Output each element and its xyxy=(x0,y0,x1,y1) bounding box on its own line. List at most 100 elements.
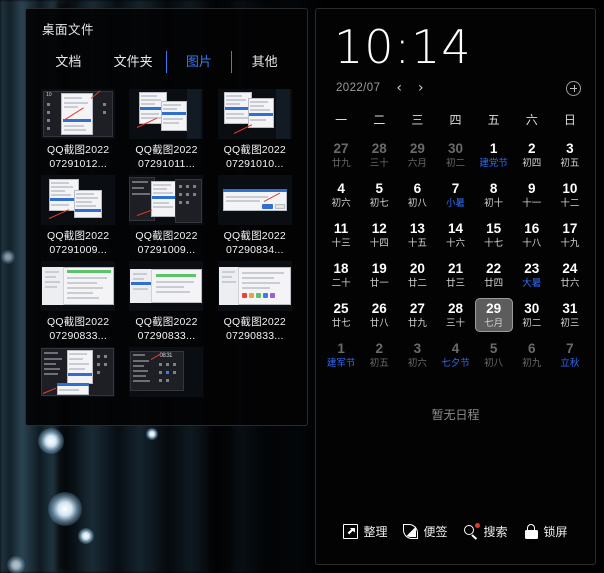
day-number: 14 xyxy=(447,221,463,236)
calendar-day[interactable]: 30 初二 xyxy=(436,138,474,172)
calendar-day[interactable]: 17 十九 xyxy=(551,218,589,252)
day-number: 20 xyxy=(409,261,425,276)
file-item[interactable] xyxy=(34,343,122,402)
file-item[interactable]: QQ截图2022 07290833... xyxy=(211,257,299,343)
calendar-day[interactable]: 1 建党节 xyxy=(475,138,513,172)
day-number: 6 xyxy=(528,341,536,356)
calendar-day[interactable]: 28 三十 xyxy=(360,138,398,172)
file-thumbnail xyxy=(129,175,204,225)
calendar-day[interactable]: 7 立秋 xyxy=(551,338,589,372)
tool-lock[interactable]: 锁屏 xyxy=(524,523,568,540)
calendar-day[interactable]: 22 廿四 xyxy=(475,258,513,292)
calendar-day[interactable]: 8 初十 xyxy=(475,178,513,212)
file-name: QQ截图2022 07290834... xyxy=(223,230,286,256)
day-lunar-label: 十二 xyxy=(560,198,580,209)
day-number: 28 xyxy=(447,301,463,316)
file-item[interactable]: QQ截图2022 07290834... xyxy=(211,171,299,257)
calendar-day[interactable]: 23 大暑 xyxy=(513,258,551,292)
desktop-files-panel: 桌面文件 文档 文件夹 图片 其他 10 QQ截图2022 07291012..… xyxy=(25,8,308,426)
day-number: 19 xyxy=(371,261,387,276)
tab-others[interactable]: 其他 xyxy=(232,50,297,74)
calendar-day[interactable]: 14 十六 xyxy=(436,218,474,252)
file-item[interactable]: QQ截图2022 07291009... xyxy=(122,171,210,257)
day-number: 2 xyxy=(375,341,383,356)
calendar-day[interactable]: 21 廿三 xyxy=(436,258,474,292)
calendar-day[interactable]: 13 十五 xyxy=(398,218,436,252)
file-thumbnail xyxy=(129,89,204,139)
clock-display: 10:14 xyxy=(334,20,472,74)
day-lunar-label: 初十 xyxy=(484,198,504,209)
calendar-day-today[interactable]: 29 七月 xyxy=(474,298,513,332)
calendar-day[interactable]: 29 六月 xyxy=(398,138,436,172)
day-lunar-label: 初三 xyxy=(560,318,580,329)
file-item[interactable]: QQ截图2022 07291010... xyxy=(211,85,299,171)
day-number: 1 xyxy=(489,141,498,156)
add-event-button[interactable] xyxy=(566,80,581,96)
calendar-day[interactable]: 18 二十 xyxy=(322,258,360,292)
file-item[interactable] xyxy=(211,343,299,402)
calendar-day[interactable]: 20 廿二 xyxy=(398,258,436,292)
day-number: 10 xyxy=(562,181,578,196)
calendar-day[interactable]: 25 廿七 xyxy=(322,298,360,332)
calendar-day[interactable]: 19 廿一 xyxy=(360,258,398,292)
day-number: 15 xyxy=(486,221,502,236)
calendar-day[interactable]: 5 初七 xyxy=(360,178,398,212)
calendar-day[interactable]: 6 初九 xyxy=(513,338,551,372)
file-item[interactable]: QQ截图2022 07290833... xyxy=(34,257,122,343)
calendar-day[interactable]: 31 初三 xyxy=(551,298,589,332)
day-lunar-label: 十五 xyxy=(407,238,427,249)
day-number: 24 xyxy=(562,261,578,276)
calendar-day[interactable]: 27 廿九 xyxy=(398,298,436,332)
tab-folders[interactable]: 文件夹 xyxy=(101,50,166,74)
calendar-day[interactable]: 30 初二 xyxy=(513,298,551,332)
calendar-day[interactable]: 3 初五 xyxy=(551,138,589,172)
calendar-day[interactable]: 28 三十 xyxy=(436,298,474,332)
day-number: 17 xyxy=(562,221,578,236)
day-festival-label: 七夕节 xyxy=(441,358,470,369)
file-item[interactable]: QQ截图2022 07291011... xyxy=(122,85,210,171)
calendar-day[interactable]: 15 十七 xyxy=(475,218,513,252)
day-number: 30 xyxy=(524,301,540,316)
next-month-button[interactable]: › xyxy=(418,81,424,95)
prev-month-button[interactable]: ‹ xyxy=(396,81,402,95)
calendar-day[interactable]: 11 十三 xyxy=(322,218,360,252)
day-lunar-label: 十七 xyxy=(484,238,504,249)
calendar-day[interactable]: 2 初五 xyxy=(360,338,398,372)
day-festival-label: 小暑 xyxy=(445,198,465,209)
calendar-day[interactable]: 6 初八 xyxy=(398,178,436,212)
tool-note[interactable]: 便签 xyxy=(403,523,448,540)
calendar-day[interactable]: 16 十八 xyxy=(513,218,551,252)
day-lunar-label: 十九 xyxy=(560,238,580,249)
calendar-day[interactable]: 3 初六 xyxy=(398,338,436,372)
day-lunar-label: 十六 xyxy=(445,238,465,249)
tab-documents[interactable]: 文档 xyxy=(36,50,101,74)
calendar-day[interactable]: 5 初八 xyxy=(475,338,513,372)
day-lunar-label: 廿二 xyxy=(407,278,427,289)
file-item[interactable]: 10 QQ截图2022 07291012... xyxy=(34,85,122,171)
file-item[interactable]: QQ截图2022 07290833... xyxy=(122,257,210,343)
calendar-day[interactable]: 7 小暑 xyxy=(436,178,474,212)
calendar-day[interactable]: 10 十二 xyxy=(551,178,589,212)
calendar-day[interactable]: 9 十一 xyxy=(513,178,551,212)
calendar-day[interactable]: 2 初四 xyxy=(513,138,551,172)
tool-search[interactable]: 搜索 xyxy=(463,523,508,540)
file-name: QQ截图2022 07291011... xyxy=(135,144,198,170)
calendar-day[interactable]: 4 七夕节 xyxy=(436,338,474,372)
tool-label: 整理 xyxy=(363,525,388,539)
calendar-day[interactable]: 12 十四 xyxy=(360,218,398,252)
calendar-day[interactable]: 1 建军节 xyxy=(322,338,360,372)
calendar-day[interactable]: 4 初六 xyxy=(322,178,360,212)
day-number: 16 xyxy=(524,221,540,236)
tab-pictures[interactable]: 图片 xyxy=(167,50,232,74)
day-number: 27 xyxy=(409,301,425,316)
tool-tidy[interactable]: 整理 xyxy=(343,523,387,540)
calendar-day[interactable]: 27 廿九 xyxy=(322,138,360,172)
calendar-day[interactable]: 24 廿六 xyxy=(551,258,589,292)
tidy-icon xyxy=(343,524,359,539)
calendar-day[interactable]: 26 廿八 xyxy=(360,298,398,332)
tool-label: 锁屏 xyxy=(543,525,568,539)
day-number: 26 xyxy=(371,301,387,316)
day-lunar-label: 初六 xyxy=(331,198,351,209)
file-item[interactable]: 08:31 xyxy=(122,343,210,402)
file-item[interactable]: QQ截图2022 07291009... xyxy=(34,171,122,257)
